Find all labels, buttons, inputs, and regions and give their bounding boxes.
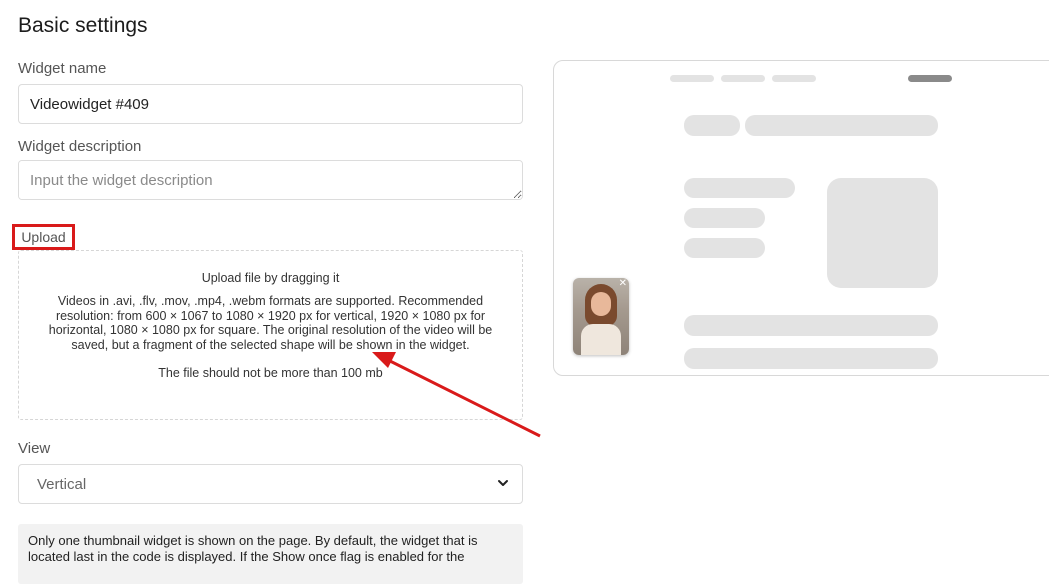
widget-description-label: Widget description [18,138,142,155]
preview-skeleton-nav [721,75,765,82]
preview-skeleton-button [908,75,952,82]
preview-skeleton-image [827,178,938,288]
view-select-value: Vertical [37,475,87,493]
thumbnail-body [581,324,621,355]
view-select[interactable]: Vertical [18,464,523,504]
widget-name-input[interactable] [18,84,523,124]
view-label: View [18,440,51,457]
preview-skeleton-nav [772,75,816,82]
upload-dropzone[interactable]: Upload file by dragging it Videos in .av… [18,250,523,420]
preview-skeleton-block [684,208,765,228]
preview-skeleton-block [684,315,938,336]
preview-skeleton-block [684,178,795,198]
chevron-down-icon [498,480,508,486]
video-thumbnail-widget[interactable]: ✕ [573,278,629,355]
close-icon[interactable]: ✕ [619,279,627,289]
preview-skeleton-block [745,115,938,136]
thumbnail-info-note: Only one thumbnail widget is shown on th… [18,524,523,584]
upload-title: Upload file by dragging it [201,271,340,285]
page-title: Basic settings [18,14,148,37]
preview-skeleton-block [684,115,740,136]
preview-skeleton-nav [670,75,714,82]
preview-skeleton-block [684,238,765,258]
preview-skeleton-block [684,348,938,369]
thumbnail-face [591,292,611,316]
upload-size-limit: The file should not be more than 100 mb [158,366,383,380]
widget-description-input[interactable] [18,160,523,200]
upload-description: Videos in .avi, .flv, .mov, .mp4, .webm … [48,294,493,352]
upload-label: Upload [12,224,75,250]
widget-name-label: Widget name [18,60,107,77]
